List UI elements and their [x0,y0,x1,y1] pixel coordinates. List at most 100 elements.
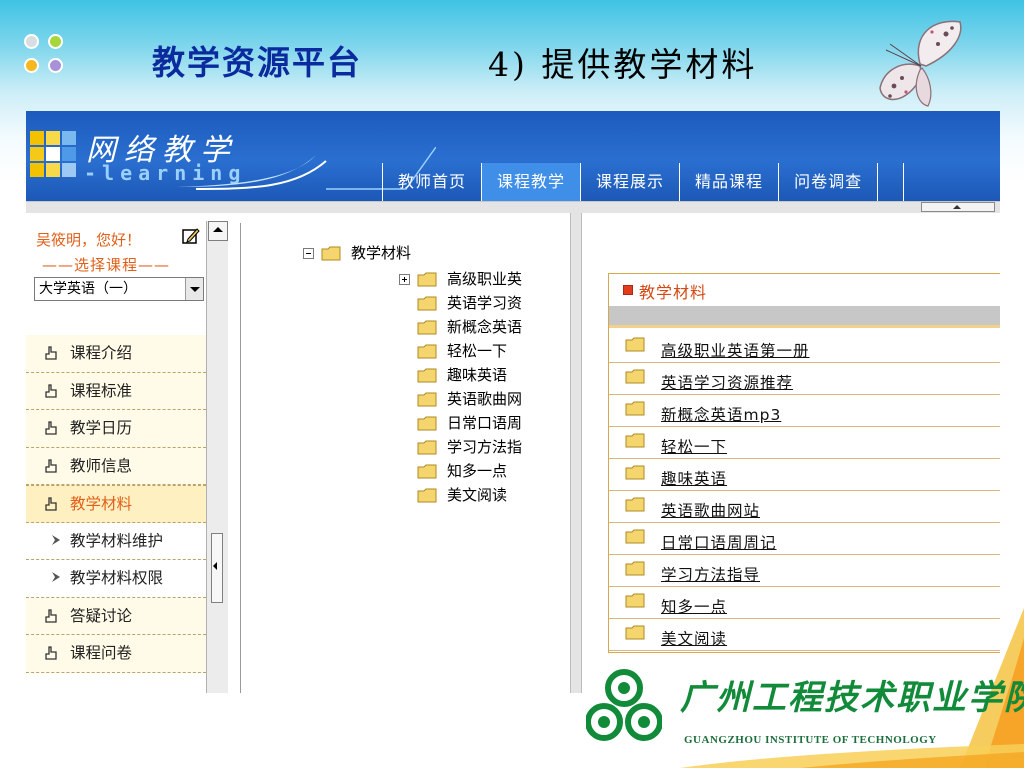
materials-panel-toolbar [609,306,1000,328]
material-link[interactable]: 日常口语周周记 [661,531,777,553]
sidebar-subitem-materials-permission[interactable]: 教学材料权限 [26,560,206,598]
list-item[interactable]: 英语学习资源推荐 [609,363,1000,395]
school-logo: 广州工程技术职业学院 GUANGZHOU INSTITUTE OF TECHNO… [584,664,1024,764]
sidebar: 吴筱明，您好！ ——选择课程—— 大学英语（一） 课程介绍 课程标准 教学日历 [26,213,206,693]
sidebar-menu: 课程介绍 课程标准 教学日历 教师信息 教学材料 教学材料维护 教学材料权限 答… [26,335,206,673]
list-item[interactable]: 趣味英语 [609,459,1000,491]
slide-subtitle: 4) 提供教学材料 [488,45,758,84]
nav-tab-quality-courses[interactable]: 精品课程 [680,163,780,201]
sidebar-item-label: 教学材料 [70,495,133,513]
folder-icon [625,337,645,352]
material-link[interactable]: 知多一点 [661,595,727,617]
butterfly-icon [879,20,962,107]
bullet-square-icon [623,285,633,295]
materials-content: 教学材料 高级职业英语第一册 英语学习资源推荐 新概念英语mp3 轻松一下 趣味… [582,223,1000,693]
list-item[interactable]: 美文阅读 [609,619,1000,651]
materials-tree: 教学材料 高级职业英 英语学习资 新概念英语 轻松一下 趣味英语 英语歌曲网 日… [240,223,570,693]
material-link[interactable]: 趣味英语 [661,467,727,489]
course-select[interactable]: 大学英语（一） [34,277,204,301]
sidebar-item-course-survey[interactable]: 课程问卷 [26,635,206,673]
collapse-handle[interactable] [921,202,995,212]
edit-icon[interactable] [182,227,200,245]
list-item[interactable]: 高级职业英语第一册 [609,331,1000,363]
scroll-up-icon[interactable] [208,221,228,241]
folder-icon [625,401,645,416]
folder-icon [625,465,645,480]
list-item[interactable]: 英语歌曲网站 [609,491,1000,523]
materials-panel-title: 教学材料 [639,283,708,302]
sidebar-item-course-intro[interactable]: 课程介绍 [26,335,206,373]
dot-green [48,34,63,49]
folder-icon [417,488,437,503]
folder-icon [321,246,341,261]
sidebar-scrollbar[interactable] [206,221,228,693]
sidebar-item-label: 教学材料权限 [70,569,164,587]
sidebar-item-teacher-info[interactable]: 教师信息 [26,447,206,485]
hand-pointer-icon [45,346,57,360]
folder-icon [417,368,437,383]
choose-course-label: ——选择课程—— [42,256,171,274]
logo-grid-icon [30,131,78,183]
sidebar-item-teaching-materials[interactable]: 教学材料 [26,485,206,523]
folder-icon [625,561,645,576]
material-link[interactable]: 高级职业英语第一册 [661,339,810,361]
hand-pointer-icon [45,497,57,511]
sidebar-item-label: 课程介绍 [70,344,133,362]
material-link[interactable]: 美文阅读 [661,627,727,649]
list-item[interactable]: 轻松一下 [609,427,1000,459]
material-link[interactable]: 英语学习资源推荐 [661,371,793,393]
sidebar-item-label: 课程问卷 [70,644,133,662]
collapse-icon[interactable] [303,248,314,259]
folder-icon [417,464,437,479]
sidebar-item-course-standard[interactable]: 课程标准 [26,372,206,410]
folder-icon [417,296,437,311]
list-item[interactable]: 学习方法指导 [609,555,1000,587]
sub-arrow-icon [52,572,60,582]
list-item[interactable]: 新概念英语mp3 [609,395,1000,427]
material-link[interactable]: 英语歌曲网站 [661,499,760,521]
nav-tab-spacer [878,163,905,201]
app-header: 网络教学 -learning 教师首页 课程教学 课程展示 精品课程 问卷调查 [26,111,1000,201]
materials-list: 高级职业英语第一册 英语学习资源推荐 新概念英语mp3 轻松一下 趣味英语 英语… [609,331,1000,651]
dot-orange [24,58,39,73]
sub-arrow-icon [52,534,60,545]
dot-purple [48,58,63,73]
folder-icon [625,433,645,448]
folder-icon [417,272,437,287]
sidebar-item-qa-discussion[interactable]: 答疑讨论 [26,597,206,635]
dot-gray [24,34,39,49]
sidebar-item-teaching-calendar[interactable]: 教学日历 [26,410,206,448]
hand-pointer-icon [45,646,57,660]
material-link[interactable]: 新概念英语mp3 [661,403,781,425]
collapse-sidebar-handle[interactable] [211,533,223,603]
chevron-down-icon[interactable] [185,278,203,300]
user-greeting: 吴筱明，您好！ [36,231,142,249]
frame-divider [26,201,1000,213]
nav-tab-course-teaching[interactable]: 课程教学 [482,163,582,201]
hand-pointer-icon [45,421,57,435]
list-item[interactable]: 知多一点 [609,587,1000,619]
material-link[interactable]: 轻松一下 [661,435,727,457]
app-window: 网络教学 -learning 教师首页 课程教学 课程展示 精品课程 问卷调查 … [26,111,1000,693]
main-nav: 教师首页 课程教学 课程展示 精品课程 问卷调查 [382,163,905,201]
folder-icon [417,344,437,359]
course-select-value: 大学英语（一） [39,281,137,297]
sidebar-item-label: 教学材料维护 [70,531,164,550]
nav-tab-survey[interactable]: 问卷调查 [779,163,879,201]
materials-panel: 教学材料 高级职业英语第一册 英语学习资源推荐 新概念英语mp3 轻松一下 趣味… [608,273,1000,653]
folder-icon [417,320,437,335]
slide-title: 教学资源平台 [152,43,362,82]
expand-icon[interactable] [399,274,410,285]
school-name-cn: 广州工程技术职业学院 [680,678,1024,718]
sidebar-item-label: 答疑讨论 [70,606,133,625]
sidebar-subitem-materials-maintenance[interactable]: 教学材料维护 [26,522,206,560]
list-item[interactable]: 日常口语周周记 [609,523,1000,555]
nav-tab-course-showcase[interactable]: 课程展示 [581,163,681,201]
materials-panel-header: 教学材料 [609,274,1000,306]
material-link[interactable]: 学习方法指导 [661,563,760,585]
folder-icon [625,593,645,608]
folder-icon [625,497,645,512]
nav-tab-teacher-home[interactable]: 教师首页 [383,163,483,201]
pane-splitter[interactable] [570,213,582,693]
folder-icon [417,392,437,407]
